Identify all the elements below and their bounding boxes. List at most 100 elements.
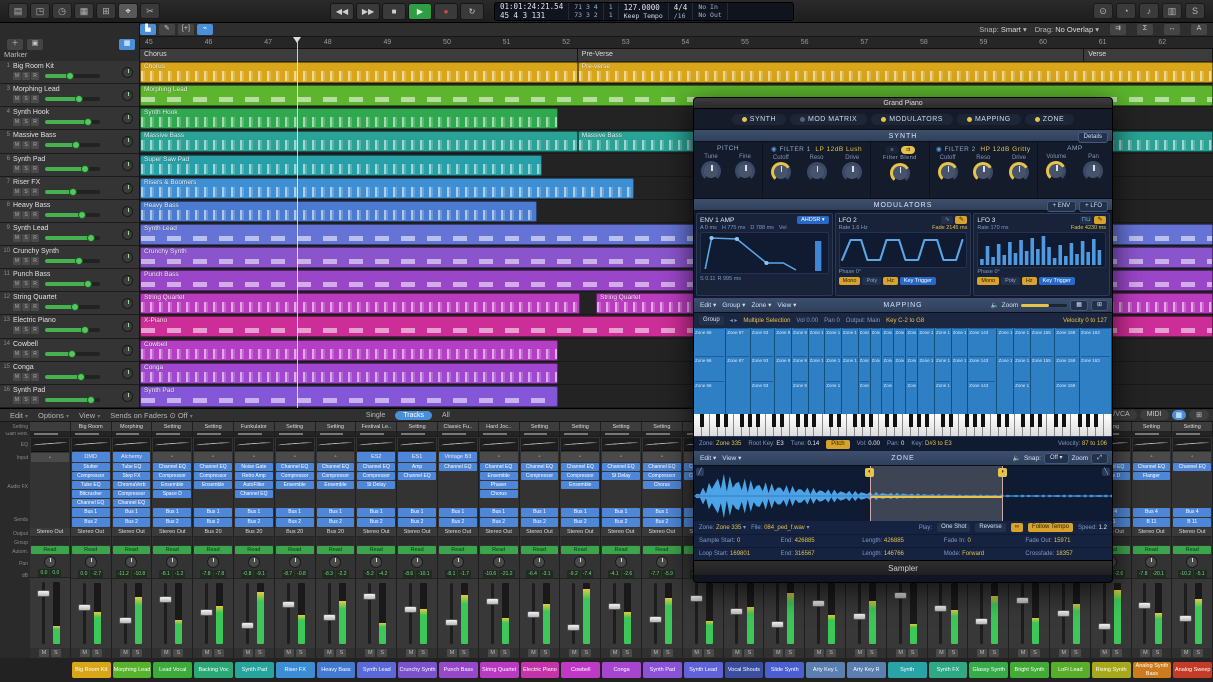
lfo2-mono-button[interactable]: Mono xyxy=(839,277,861,285)
zone-column[interactable]: Zone 87Zone 87 xyxy=(726,328,750,414)
fx-slot[interactable]: Channel EQ xyxy=(439,463,477,471)
track-name[interactable]: Crunchy Synth xyxy=(13,248,59,255)
zone-column[interactable]: Zone 114Zone 114 xyxy=(871,328,883,414)
fader-handle[interactable] xyxy=(78,604,91,611)
input-slot[interactable]: ES1 xyxy=(398,452,436,462)
play-button[interactable]: ▶ xyxy=(408,3,432,20)
strip-track-label[interactable]: Synth Lead xyxy=(684,662,723,678)
editors-icon[interactable]: ⌖ xyxy=(118,3,138,19)
piano-keyboard[interactable] xyxy=(694,414,1112,436)
send-slot[interactable]: Bus 1 xyxy=(398,508,436,517)
piano-key-black[interactable] xyxy=(853,414,857,427)
strip-setting-button[interactable]: Morphing xyxy=(112,422,152,432)
strip-setting-button[interactable]: Setting xyxy=(1132,422,1172,432)
automation-mode-button[interactable]: Read xyxy=(194,546,232,554)
volume-handle[interactable] xyxy=(71,303,79,311)
piano-key-black[interactable] xyxy=(909,414,913,427)
mapping-zoom-slider[interactable] xyxy=(1021,304,1067,307)
group-slot[interactable] xyxy=(113,537,151,545)
strip-solo-button[interactable]: S xyxy=(744,649,754,657)
send-slot[interactable]: Bus 1 xyxy=(439,508,477,517)
mapping-pan[interactable]: Pan 0 xyxy=(824,318,840,324)
zone-param-value[interactable]: 0 xyxy=(737,538,740,544)
send-slot[interactable]: Bus 4 xyxy=(1173,508,1211,517)
send-slot[interactable]: Bus 1 xyxy=(357,508,395,517)
fx-slot[interactable]: Compressor xyxy=(561,472,599,480)
mixer-strip[interactable]: ◦Stereo OutRead0.00.0MS xyxy=(30,422,71,658)
zone-param[interactable]: Sample Start: 0 xyxy=(699,538,781,544)
solo-button[interactable]: S xyxy=(22,373,30,381)
lfo3-wave-icon[interactable]: ⊓⊔ xyxy=(1080,216,1092,224)
piano-key-black[interactable] xyxy=(1030,414,1034,427)
strip-solo-button[interactable]: S xyxy=(948,649,958,657)
track-header[interactable]: 11Punch BassMSR xyxy=(0,269,139,292)
region[interactable]: Risers & Boomers xyxy=(140,178,634,199)
pan-knob[interactable] xyxy=(122,252,133,263)
strip-mute-button[interactable]: M xyxy=(528,649,538,657)
mapping-vol[interactable]: Vol 0.00 xyxy=(796,318,818,324)
lfo2-phase[interactable]: Phase 0° xyxy=(839,269,861,275)
zone-cell[interactable]: Zone 127 xyxy=(907,356,916,363)
status-key-range[interactable]: D#3 to E3 xyxy=(925,441,952,447)
output-slot[interactable]: Stereo Out xyxy=(71,528,111,537)
fx-slot[interactable]: Channel EQ xyxy=(194,463,232,471)
output-slot[interactable]: Bus 20 xyxy=(316,528,356,537)
pitch-button[interactable]: Pitch xyxy=(826,440,849,449)
mixer-strip[interactable]: Hard Joc..◦Channel EQEnsemblePhaserChoru… xyxy=(479,422,520,658)
lcd-signature[interactable]: 4/4 /16 xyxy=(669,3,694,20)
fx-slot[interactable]: Compressor xyxy=(643,472,681,480)
lfo3-key-trigger-button[interactable]: Key Trigger xyxy=(1039,277,1075,285)
input-slot[interactable]: ◦ xyxy=(317,452,355,462)
automation-mode-button[interactable]: Read xyxy=(72,546,110,554)
pan-knob[interactable] xyxy=(122,183,133,194)
piano-key-black[interactable] xyxy=(700,414,704,427)
fader-handle[interactable] xyxy=(1138,602,1151,609)
fx-slot[interactable]: Phaser xyxy=(480,481,518,489)
eq-thumbnail[interactable] xyxy=(317,438,355,452)
zone-cell[interactable]: Zone 101 xyxy=(810,328,824,335)
strip-solo-button[interactable]: S xyxy=(500,649,510,657)
strip-solo-button[interactable]: S xyxy=(1193,649,1203,657)
group-slot[interactable] xyxy=(235,537,273,545)
pan-knob[interactable] xyxy=(122,229,133,240)
duplicate-track-button[interactable]: ▣ xyxy=(27,39,43,50)
filter2-type[interactable]: HP 12dB Gritty xyxy=(980,146,1030,153)
lfo3-graph[interactable] xyxy=(977,232,1106,268)
send-slot[interactable]: Bus 2 xyxy=(561,518,599,527)
lcd-midi[interactable]: No In No Out xyxy=(693,3,727,20)
group-steppers[interactable]: ◂ ▸ xyxy=(730,317,738,324)
zone-column[interactable]: Zone 139Zone 139 xyxy=(952,328,969,414)
strip-track-label[interactable]: Arty Key R xyxy=(847,662,886,678)
mute-button[interactable]: M xyxy=(13,141,21,149)
region[interactable]: Massive Bass xyxy=(140,131,578,152)
fader-handle[interactable] xyxy=(241,622,254,629)
mixer-strip[interactable]: Big RoomDMDStutterCompressorTube EQBitcr… xyxy=(71,422,112,658)
automation-mode-button[interactable]: Read xyxy=(521,546,559,554)
group-slot[interactable] xyxy=(1173,537,1211,545)
strip-solo-button[interactable]: S xyxy=(785,649,795,657)
pan-knob[interactable] xyxy=(122,113,133,124)
volume-slider[interactable] xyxy=(45,120,100,124)
strip-mute-button[interactable]: M xyxy=(1018,649,1028,657)
filter1-reso-knob[interactable] xyxy=(807,162,827,182)
forward-button[interactable]: ▶▶ xyxy=(356,3,380,20)
ruler-number[interactable]: 57 xyxy=(860,39,868,46)
zone-column[interactable]: Zone 135Zone 135Zone 135 xyxy=(935,328,952,414)
mixer-menu-edit[interactable]: Edit ▾ xyxy=(10,411,28,420)
solo-button[interactable]: S xyxy=(22,257,30,265)
fx-slot[interactable]: AutoFilter xyxy=(235,481,273,489)
mute-button[interactable]: M xyxy=(13,165,21,173)
strip-pan-knob[interactable] xyxy=(329,556,341,568)
piano-key-black[interactable] xyxy=(869,414,873,427)
zoom-tool-icon[interactable]: [+] xyxy=(178,24,194,35)
strip-solo-button[interactable]: S xyxy=(867,649,877,657)
fx-slot[interactable]: Amp xyxy=(398,463,436,471)
record-enable-button[interactable]: R xyxy=(31,118,39,126)
send-slot[interactable]: Bus 2 xyxy=(521,518,559,527)
lfo2-key-trigger-button[interactable]: Key Trigger xyxy=(900,277,936,285)
zone-cell[interactable]: Zone 123 xyxy=(895,356,904,363)
fx-slot[interactable]: Ensemble xyxy=(194,481,232,489)
strip-track-label[interactable]: Vocal Shouts xyxy=(725,662,764,678)
volume-handle[interactable] xyxy=(68,350,76,358)
fx-slot[interactable]: Channel EQ xyxy=(1173,463,1211,471)
